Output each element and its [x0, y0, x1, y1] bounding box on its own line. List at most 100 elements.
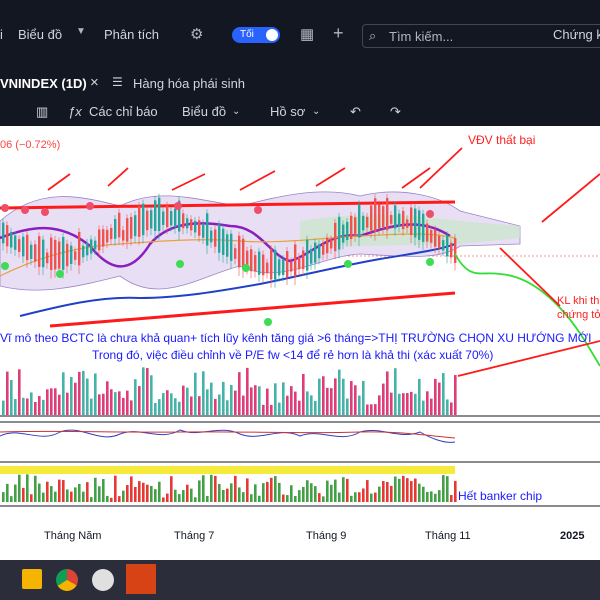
volume-bar	[382, 383, 385, 415]
volume-bar	[290, 386, 293, 415]
date-label: Tháng 11	[425, 530, 471, 542]
candle-body	[294, 244, 297, 277]
chevron-down-icon[interactable]: ⌄	[312, 106, 320, 117]
buy-signal-dot	[344, 260, 352, 268]
compare-icon[interactable]: ☰	[112, 75, 123, 89]
buy-signal-dot	[1, 262, 9, 270]
sell-signal-dot	[1, 204, 9, 212]
volume-bar	[378, 395, 381, 415]
volume-bar	[326, 387, 329, 415]
volume-bar	[94, 373, 97, 415]
tab-derivatives[interactable]: Hàng hóa phái sinh	[133, 76, 245, 91]
candle-body	[98, 229, 101, 251]
candle-body	[6, 225, 9, 247]
candle-body	[62, 237, 65, 270]
volume-bar	[306, 391, 309, 415]
volume-bar	[194, 372, 197, 415]
chevron-down-icon[interactable]: ⌄	[232, 106, 240, 117]
candle-body	[278, 259, 281, 276]
volume-bar	[398, 393, 401, 415]
banker-bar	[334, 479, 337, 502]
volume-bar	[426, 391, 429, 415]
chart-menu-button[interactable]: Biểu đồ	[18, 0, 62, 70]
banker-bar	[330, 484, 333, 502]
volume-bar	[22, 397, 25, 415]
date-label: Tháng Năm	[44, 530, 102, 542]
candle-body	[290, 261, 293, 272]
volume-bar	[2, 400, 5, 415]
candle-body	[66, 243, 69, 267]
top-left-fragment: i	[0, 27, 3, 42]
candle-body	[406, 219, 409, 228]
profile-button[interactable]: Hồ sơ	[270, 104, 305, 119]
banker-bar	[114, 475, 117, 502]
banker-bar	[66, 489, 69, 502]
banker-bar	[98, 486, 101, 502]
undo-icon[interactable]: ↶	[350, 104, 361, 120]
volume-bar	[226, 400, 229, 415]
candle-body	[170, 211, 173, 226]
banker-bar	[262, 483, 265, 502]
candle-body	[386, 197, 389, 231]
top-right-fragment[interactable]: Chứng k	[553, 0, 600, 70]
volume-bar	[98, 394, 101, 415]
banker-bar	[382, 481, 385, 502]
volume-bar	[338, 369, 341, 415]
banker-bar	[182, 490, 185, 502]
tab-vnindex[interactable]: VNINDEX (1D)	[0, 76, 87, 91]
volume-bar	[234, 390, 237, 415]
plus-icon[interactable]: +	[333, 23, 344, 44]
volume-bar	[222, 381, 225, 415]
volume-bar	[438, 382, 441, 415]
banker-bar	[110, 497, 113, 502]
candle-body	[2, 222, 5, 244]
grid-icon[interactable]: ▦	[300, 25, 314, 43]
annotation-volume-2: chứng tỏ	[557, 309, 600, 321]
gear-icon[interactable]: ⚙	[190, 25, 203, 43]
volume-bar	[78, 371, 81, 415]
candle-body	[390, 215, 393, 224]
chevron-down-icon[interactable]: ▼	[76, 26, 86, 37]
banker-bar	[378, 486, 381, 502]
sell-signal-dot	[21, 206, 29, 214]
redo-icon[interactable]: ↷	[390, 104, 401, 120]
app-icon[interactable]	[126, 564, 156, 594]
paint-icon[interactable]	[92, 569, 114, 591]
candle-body	[78, 231, 81, 266]
banker-bar	[390, 485, 393, 502]
folder-icon[interactable]	[22, 569, 42, 589]
indicators-button[interactable]: Các chỉ báo	[89, 104, 158, 119]
theme-toggle[interactable]: Tối	[232, 27, 280, 43]
close-icon[interactable]: ×	[90, 74, 99, 91]
banker-bar	[238, 487, 241, 502]
banker-bar	[294, 496, 297, 502]
banker-bar	[438, 490, 441, 502]
banker-bar	[10, 496, 13, 502]
chart-area[interactable]: 06 (−0.72%) VĐV thất bại Vĩ mô theo BCTC…	[0, 126, 600, 526]
fx-icon[interactable]: ƒx	[68, 104, 82, 119]
volume-bar	[42, 399, 45, 415]
volume-bar	[210, 382, 213, 415]
analysis-menu-button[interactable]: Phân tích	[104, 0, 159, 70]
candle-body	[350, 215, 353, 240]
candle-body	[326, 237, 329, 254]
banker-bar	[242, 492, 245, 502]
candle-body	[142, 203, 145, 236]
chrome-icon[interactable]	[56, 569, 78, 591]
candle-body	[218, 224, 221, 253]
volume-bar	[138, 386, 141, 415]
banker-bar	[234, 475, 237, 502]
candle-icon[interactable]: ▥	[36, 104, 48, 120]
volume-bar	[310, 395, 313, 415]
banker-bar	[442, 475, 445, 502]
candle-body	[450, 242, 453, 258]
candle-body	[190, 219, 193, 231]
banker-bar	[230, 483, 233, 502]
candle-body	[378, 204, 381, 229]
banker-bar	[250, 494, 253, 502]
volume-bar	[178, 401, 181, 415]
chart-type-button[interactable]: Biểu đồ	[182, 104, 226, 119]
banker-bar	[426, 491, 429, 502]
candle-body	[238, 235, 241, 268]
banker-bar	[270, 477, 273, 502]
